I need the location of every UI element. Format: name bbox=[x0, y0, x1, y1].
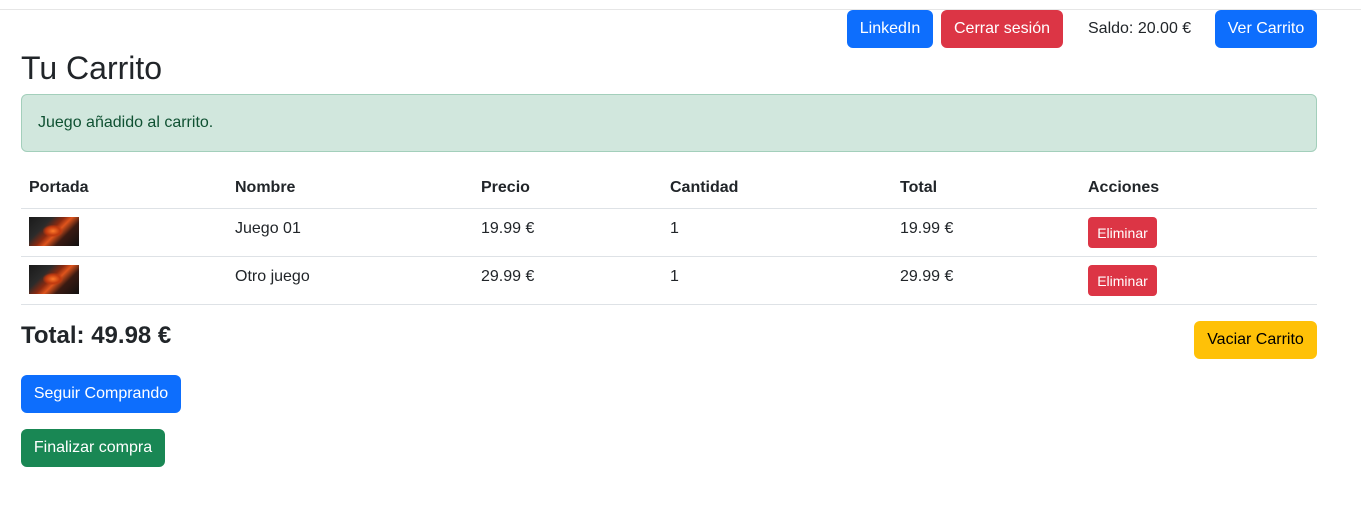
game-name: Otro juego bbox=[235, 268, 310, 285]
view-cart-button[interactable]: Ver Carrito bbox=[1215, 10, 1317, 48]
top-divider bbox=[0, 9, 1361, 10]
game-quantity: 1 bbox=[670, 268, 679, 285]
remove-button[interactable]: Eliminar bbox=[1088, 217, 1157, 248]
game-price: 19.99 € bbox=[481, 220, 535, 237]
column-header-portada: Portada bbox=[29, 179, 89, 196]
cart-total: Total: 49.98 € bbox=[21, 322, 172, 349]
linkedin-button[interactable]: LinkedIn bbox=[847, 10, 933, 48]
checkout-button[interactable]: Finalizar compra bbox=[21, 429, 165, 467]
logout-button[interactable]: Cerrar sesión bbox=[941, 10, 1063, 48]
success-alert: Juego añadido al carrito. bbox=[21, 94, 1317, 152]
column-header-cantidad: Cantidad bbox=[670, 179, 739, 196]
balance-text: Saldo: 20.00 € bbox=[1088, 20, 1192, 37]
column-header-precio: Precio bbox=[481, 179, 530, 196]
empty-cart-button[interactable]: Vaciar Carrito bbox=[1194, 321, 1317, 359]
continue-shopping-button[interactable]: Seguir Comprando bbox=[21, 375, 181, 413]
page-title: Tu Carrito bbox=[21, 50, 163, 86]
table-row: Otro juego 29.99 € 1 29.99 € Eliminar bbox=[21, 257, 1317, 305]
game-cover-image bbox=[29, 217, 79, 246]
alert-message: Juego añadido al carrito. bbox=[38, 114, 214, 131]
column-header-acciones: Acciones bbox=[1088, 179, 1160, 196]
game-quantity: 1 bbox=[670, 220, 679, 237]
column-header-nombre: Nombre bbox=[235, 179, 296, 196]
game-name: Juego 01 bbox=[235, 220, 301, 237]
table-header-row: Portada Nombre Precio Cantidad Total Acc… bbox=[21, 166, 1317, 209]
game-total: 19.99 € bbox=[900, 220, 954, 237]
game-total: 29.99 € bbox=[900, 268, 954, 285]
game-price: 29.99 € bbox=[481, 268, 535, 285]
column-header-total: Total bbox=[900, 179, 938, 196]
remove-button[interactable]: Eliminar bbox=[1088, 265, 1157, 296]
game-cover-image bbox=[29, 265, 79, 294]
table-row: Juego 01 19.99 € 1 19.99 € Eliminar bbox=[21, 209, 1317, 257]
